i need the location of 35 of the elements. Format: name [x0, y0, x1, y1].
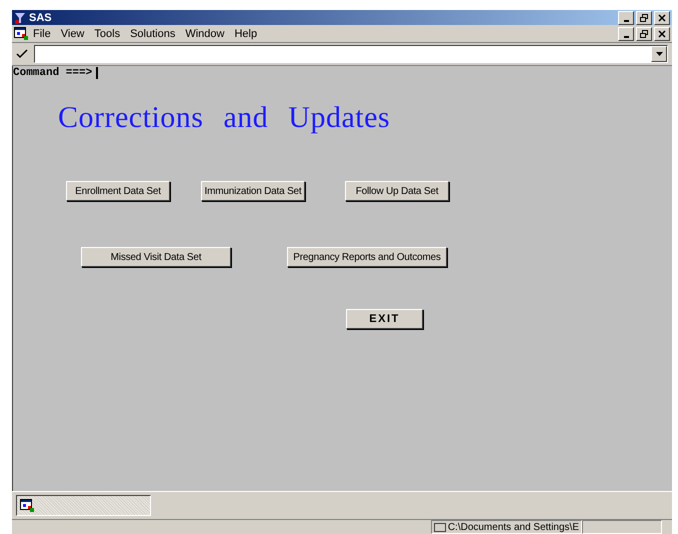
close-button[interactable] [654, 10, 670, 24]
checkmark-icon[interactable] [16, 49, 28, 59]
caret-icon [656, 52, 662, 56]
close-icon [658, 14, 666, 22]
menu-item[interactable]: Solutions [125, 28, 180, 40]
menu-item[interactable]: Help [229, 28, 262, 40]
window-title: SAS [29, 12, 53, 24]
document-menu-icon[interactable] [14, 27, 28, 40]
data-set-button[interactable]: Missed Visit Data Set [81, 247, 231, 267]
minimize-button[interactable] [618, 26, 634, 40]
frame-heading: Corrections and Updates [58, 101, 392, 135]
close-icon [658, 30, 666, 38]
restore-button[interactable] [636, 10, 652, 24]
window-icon[interactable] [20, 499, 34, 512]
command-label: Command ===> [13, 67, 92, 79]
menu-item[interactable]: Tools [89, 28, 126, 40]
drive-icon [434, 522, 446, 532]
data-set-button[interactable]: Follow Up Data Set [345, 181, 449, 201]
menu-item[interactable]: View [56, 28, 90, 40]
taskbar-item[interactable] [16, 495, 151, 516]
menu-item[interactable]: Window [180, 28, 230, 40]
menu-item[interactable]: File [28, 28, 56, 40]
data-set-button[interactable]: Immunization Data Set [201, 181, 305, 201]
minimize-icon [624, 36, 628, 38]
minimize-icon [624, 20, 628, 22]
status-path: C:\Documents and Settings\E [448, 522, 579, 532]
close-button[interactable] [654, 26, 670, 40]
restore-button[interactable] [636, 26, 652, 40]
text-cursor [96, 67, 98, 79]
data-set-button[interactable]: Enrollment Data Set [66, 181, 170, 201]
data-set-button[interactable]: Pregnancy Reports and Outcomes [287, 247, 447, 267]
exit-button[interactable]: EXIT [346, 309, 423, 329]
minimize-button[interactable] [618, 10, 634, 24]
app-logo-icon [14, 12, 26, 24]
dropdown-button[interactable] [651, 46, 667, 62]
